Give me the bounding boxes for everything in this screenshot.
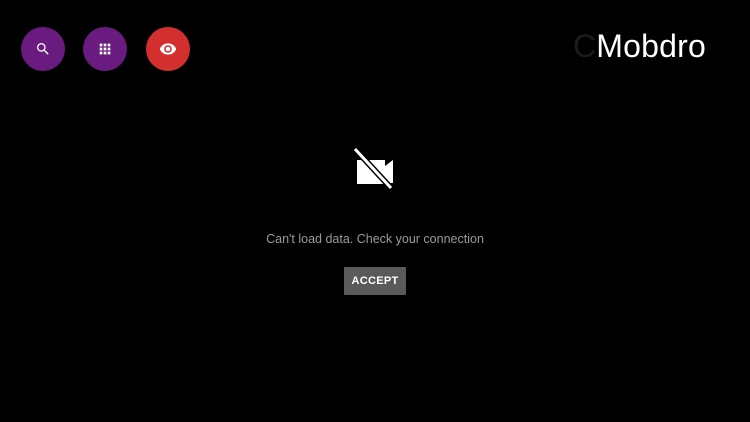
error-message: Can't load data. Check your connection — [266, 232, 484, 246]
error-panel: Can't load data. Check your connection A… — [0, 145, 750, 295]
visibility-button[interactable] — [146, 27, 190, 71]
apps-button[interactable] — [83, 27, 127, 71]
eye-icon — [159, 43, 177, 55]
video-off-icon — [352, 146, 394, 191]
search-button[interactable] — [21, 27, 65, 71]
search-icon — [37, 43, 49, 55]
apps-grid-icon — [99, 43, 111, 55]
top-bar: C Mobdro — [0, 0, 750, 100]
app-logo-prefix: C — [572, 27, 597, 64]
app-logo-name: Mobdro — [596, 27, 706, 64]
accept-button[interactable]: ACCEPT — [344, 267, 406, 295]
app-logo: C Mobdro — [573, 26, 706, 66]
